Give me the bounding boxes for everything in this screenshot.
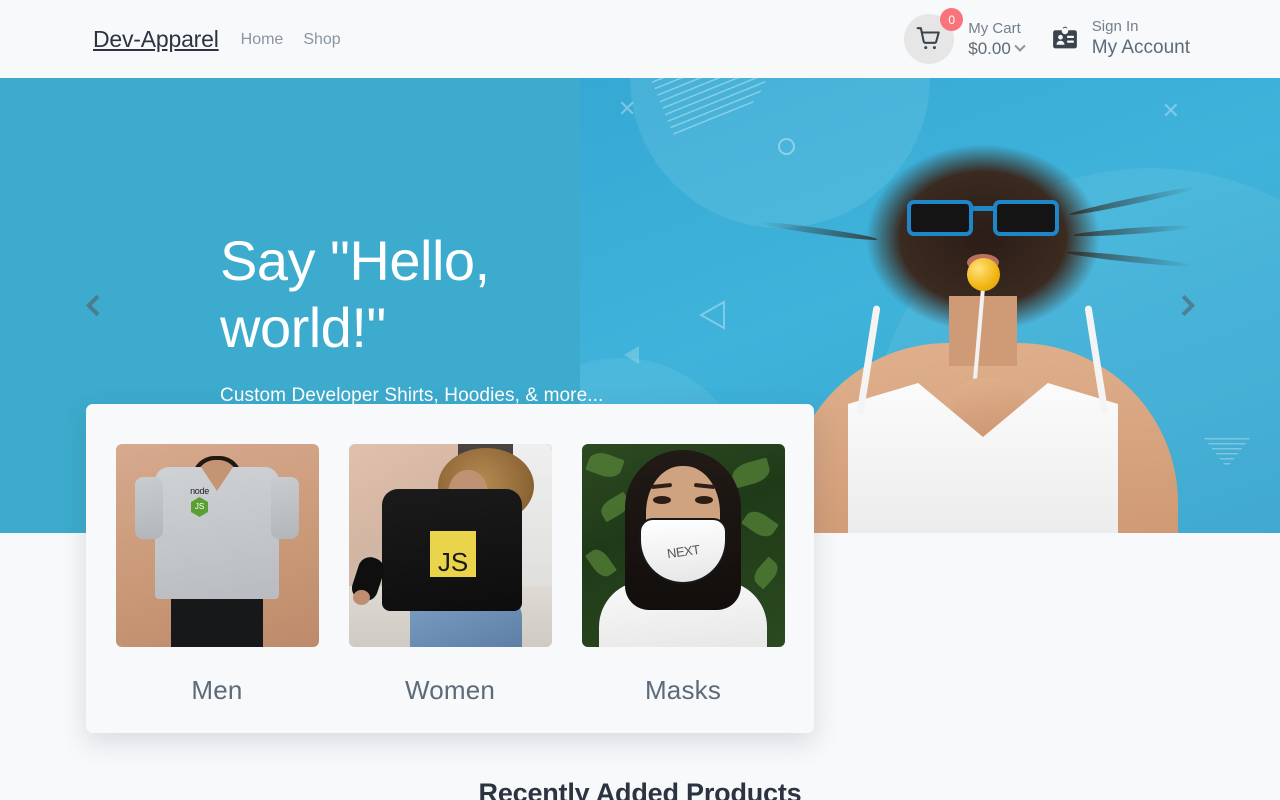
- shopping-cart-icon: [916, 27, 941, 50]
- js-logo-icon: JS: [430, 531, 476, 577]
- primary-nav: Home Shop: [241, 29, 341, 49]
- cart-widget[interactable]: 0 My Cart $0.00: [904, 8, 1026, 64]
- id-badge-icon: [1052, 26, 1077, 49]
- cart-text-group: My Cart $0.00: [968, 19, 1026, 60]
- category-label-masks: Masks: [644, 675, 722, 705]
- recently-added-heading: Recently Added Products: [478, 778, 802, 800]
- hero-person-illustration: [758, 78, 1198, 533]
- chevron-left-icon: [85, 294, 107, 317]
- hero-title: Say "Hello, world!": [220, 229, 490, 359]
- my-account-label: My Account: [1091, 37, 1190, 59]
- cart-amount-toggle[interactable]: $0.00: [968, 38, 1026, 60]
- chevron-right-icon: [1173, 294, 1195, 317]
- account-widget[interactable]: Sign In My Account: [1050, 17, 1190, 61]
- top-navbar: Dev-Apparel Home Shop 0 My Cart $0.00 Si…: [0, 0, 1280, 78]
- node-logo-icon: node JS: [178, 486, 222, 517]
- category-card: node JS Men JS Women NEXT Masks: [86, 404, 814, 733]
- navbar-right-group: 0 My Cart $0.00 Sign In My Account: [904, 8, 1190, 64]
- deco-triangle-outline-icon: [698, 300, 725, 330]
- nav-link-home[interactable]: Home: [241, 31, 284, 49]
- sign-in-label: Sign In: [1091, 18, 1139, 36]
- carousel-prev-button[interactable]: [74, 284, 118, 328]
- brand-logo[interactable]: Dev-Apparel: [93, 26, 219, 53]
- page-root: Dev-Apparel Home Shop 0 My Cart $0.00 Si…: [0, 0, 1280, 800]
- chevron-down-icon: [1014, 40, 1026, 52]
- account-text-group: Sign In My Account: [1092, 17, 1190, 61]
- lollipop-candy: [967, 258, 1000, 291]
- cart-label: My Cart: [968, 19, 1021, 37]
- category-label-men: Men: [191, 675, 243, 705]
- category-item-masks[interactable]: NEXT Masks: [567, 444, 800, 733]
- sunglasses-icon: [907, 196, 1059, 238]
- category-image-women: JS: [348, 444, 552, 647]
- category-item-men[interactable]: node JS Men: [101, 444, 334, 733]
- deco-x-icon: ✕: [618, 96, 637, 121]
- cart-count-badge: 0: [940, 8, 964, 31]
- category-image-men: node JS: [115, 444, 319, 647]
- cart-amount-value: $0.00: [968, 38, 1011, 58]
- category-image-masks: NEXT: [581, 444, 785, 647]
- cart-icon-button[interactable]: 0: [904, 8, 964, 64]
- nav-link-shop[interactable]: Shop: [303, 31, 340, 49]
- category-item-women[interactable]: JS Women: [334, 444, 567, 733]
- carousel-next-button[interactable]: [1162, 284, 1206, 328]
- hero-copy: Say "Hello, world!" Custom Developer Shi…: [220, 228, 650, 407]
- category-label-women: Women: [404, 675, 496, 705]
